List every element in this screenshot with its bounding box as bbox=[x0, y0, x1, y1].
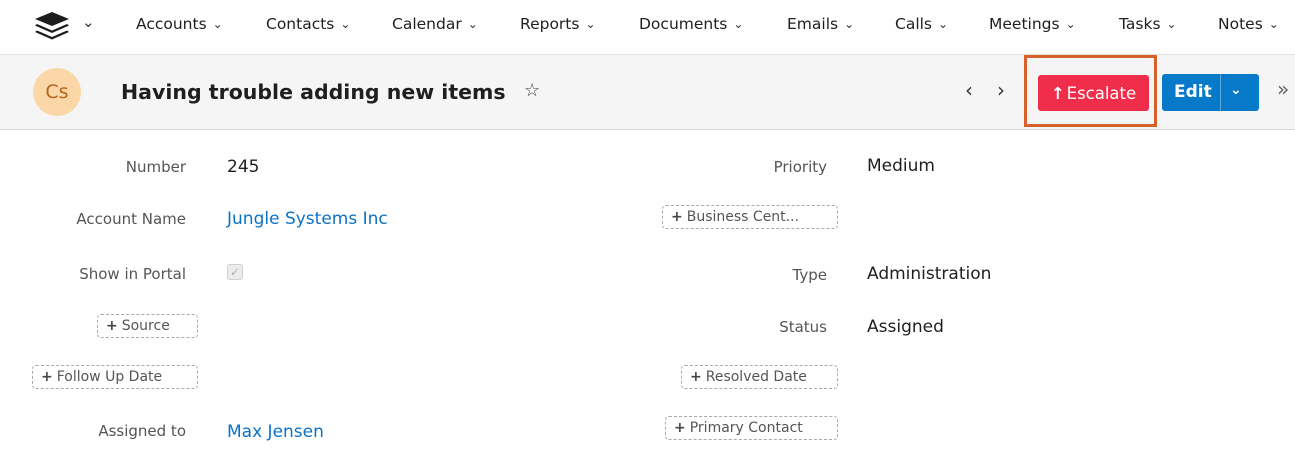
nav-label: Tasks bbox=[1119, 15, 1161, 33]
field-value-type: Administration bbox=[867, 264, 992, 284]
nav-reports[interactable]: Reports ⌄ bbox=[520, 15, 596, 39]
escalate-button[interactable]: ↑ Escalate bbox=[1038, 75, 1149, 111]
escalate-label: Escalate bbox=[1066, 83, 1137, 103]
add-resolved-date-label: Resolved Date bbox=[705, 369, 807, 385]
chevron-down-icon: ⌄ bbox=[212, 17, 223, 31]
nav-contacts[interactable]: Contacts ⌄ bbox=[266, 15, 350, 39]
top-navigation: ⌄ Accounts ⌄ Contacts ⌄ Calendar ⌄ Reports ⌄… bbox=[0, 0, 1295, 54]
nav-documents[interactable]: Documents ⌄ bbox=[639, 15, 743, 39]
field-value-status: Assigned bbox=[867, 317, 944, 337]
nav-calendar[interactable]: Calendar ⌄ bbox=[392, 15, 478, 39]
field-value-priority: Medium bbox=[867, 156, 935, 176]
edit-button[interactable]: Edit ⌄ bbox=[1162, 74, 1259, 111]
add-resolved-date-button[interactable]: + Resolved Date bbox=[681, 365, 838, 389]
nav-label: Documents bbox=[639, 15, 728, 33]
chevron-down-icon: ⌄ bbox=[733, 17, 744, 31]
chevron-down-icon: ⌄ bbox=[585, 17, 596, 31]
add-business-center-button[interactable]: + Business Cent... bbox=[662, 205, 838, 229]
nav-notes[interactable]: Notes ⌄ bbox=[1218, 15, 1279, 39]
record-header: Cs Having trouble adding new items ☆ ‹ ›… bbox=[0, 54, 1295, 130]
avatar: Cs bbox=[33, 68, 81, 116]
plus-icon: + bbox=[674, 420, 686, 436]
nav-label: Accounts bbox=[136, 15, 207, 33]
nav-accounts[interactable]: Accounts ⌄ bbox=[136, 15, 223, 39]
nav-label: Calendar bbox=[392, 15, 462, 33]
plus-icon: + bbox=[671, 209, 683, 225]
nav-label: Meetings bbox=[989, 15, 1060, 33]
nav-label: Contacts bbox=[266, 15, 335, 33]
field-label-assigned-to: Assigned to bbox=[98, 422, 186, 440]
add-business-center-label: Business Cent... bbox=[686, 209, 800, 225]
chevron-down-icon[interactable]: ⌄ bbox=[82, 13, 95, 31]
edit-label: Edit bbox=[1174, 82, 1212, 102]
account-name-link[interactable]: Jungle Systems Inc bbox=[227, 209, 388, 229]
field-label-priority: Priority bbox=[773, 158, 827, 176]
assigned-to-link[interactable]: Max Jensen bbox=[227, 422, 324, 442]
add-source-button[interactable]: + Source bbox=[97, 314, 198, 338]
nav-label: Reports bbox=[520, 15, 580, 33]
chevron-left-icon[interactable]: ‹ bbox=[965, 78, 973, 102]
nav-tasks[interactable]: Tasks ⌄ bbox=[1119, 15, 1177, 39]
chevron-down-icon: ⌄ bbox=[1268, 17, 1279, 31]
add-follow-up-date-button[interactable]: + Follow Up Date bbox=[32, 365, 198, 389]
field-label-show-in-portal: Show in Portal bbox=[79, 265, 186, 283]
add-primary-contact-button[interactable]: + Primary Contact bbox=[665, 416, 838, 440]
field-label-type: Type bbox=[792, 266, 827, 284]
plus-icon: + bbox=[690, 369, 702, 385]
nav-emails[interactable]: Emails ⌄ bbox=[787, 15, 854, 39]
star-outline-icon[interactable]: ☆ bbox=[524, 80, 540, 101]
nav-meetings[interactable]: Meetings ⌄ bbox=[989, 15, 1076, 39]
add-primary-contact-label: Primary Contact bbox=[689, 420, 803, 436]
nav-label: Notes bbox=[1218, 15, 1263, 33]
field-label-number: Number bbox=[125, 158, 186, 176]
chevron-down-icon: ⌄ bbox=[340, 17, 351, 31]
add-source-label: Source bbox=[121, 318, 170, 334]
chevron-down-icon[interactable]: ⌄ bbox=[1230, 82, 1242, 98]
field-label-status: Status bbox=[779, 318, 827, 336]
add-follow-up-date-label: Follow Up Date bbox=[56, 369, 163, 385]
chevron-down-icon: ⌄ bbox=[1065, 17, 1076, 31]
double-chevron-right-icon[interactable]: » bbox=[1277, 77, 1289, 101]
stack-layers-icon[interactable] bbox=[33, 10, 71, 42]
chevron-down-icon: ⌄ bbox=[844, 17, 855, 31]
nav-label: Emails bbox=[787, 15, 839, 33]
field-label-account-name: Account Name bbox=[76, 210, 186, 228]
chevron-down-icon: ⌄ bbox=[1166, 17, 1177, 31]
nav-label: Calls bbox=[895, 15, 933, 33]
show-in-portal-checkbox[interactable]: ✓ bbox=[227, 264, 243, 280]
plus-icon: + bbox=[41, 369, 53, 385]
field-value-number: 245 bbox=[227, 157, 260, 177]
chevron-right-icon[interactable]: › bbox=[997, 78, 1005, 102]
button-divider bbox=[1220, 74, 1221, 111]
plus-icon: + bbox=[106, 318, 118, 334]
record-title: Having trouble adding new items bbox=[121, 80, 506, 104]
nav-calls[interactable]: Calls ⌄ bbox=[895, 15, 948, 39]
chevron-down-icon: ⌄ bbox=[467, 17, 478, 31]
arrow-up-icon: ↑ bbox=[1050, 83, 1065, 103]
chevron-down-icon: ⌄ bbox=[938, 17, 949, 31]
